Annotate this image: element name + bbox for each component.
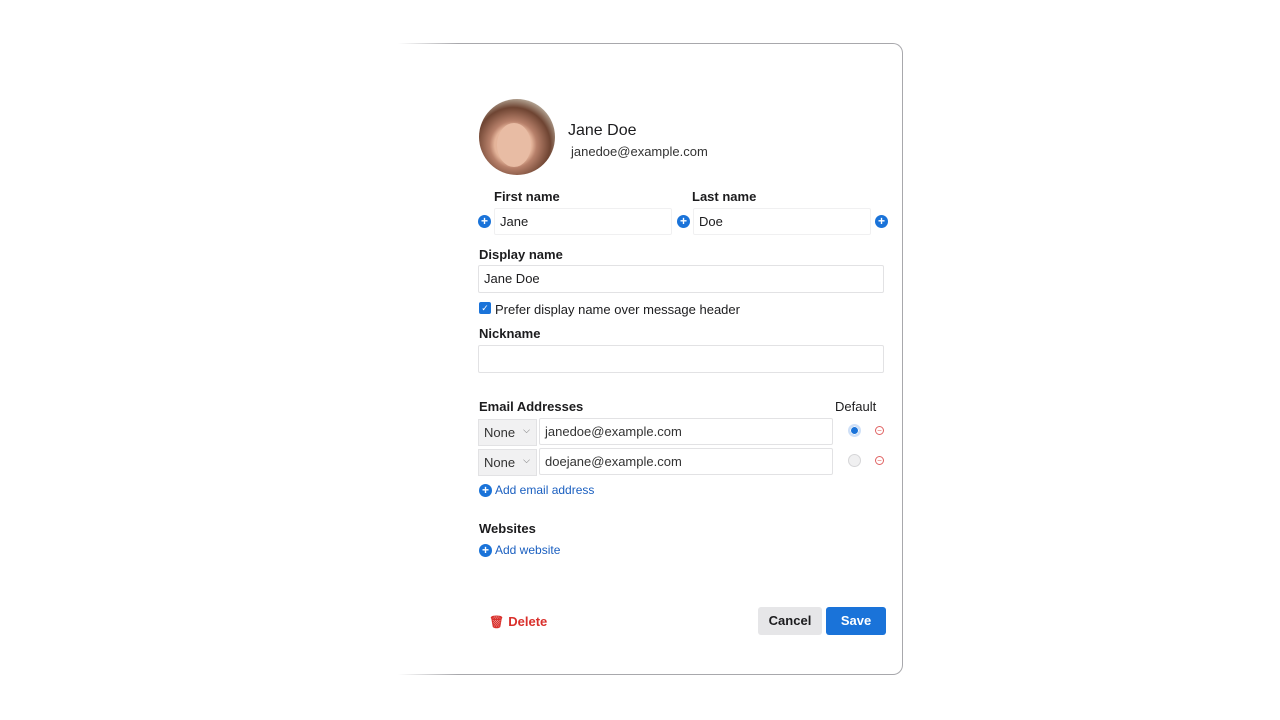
delete-button[interactable]: 🗑 Delete xyxy=(489,614,547,629)
contact-email: janedoe@example.com xyxy=(571,144,708,159)
chevron-down-icon: ⌵ xyxy=(523,425,530,435)
save-button[interactable]: Save xyxy=(826,607,886,635)
remove-email-icon[interactable]: − xyxy=(875,426,884,435)
default-email-radio[interactable] xyxy=(848,424,861,437)
email-type-value: None xyxy=(484,455,516,470)
email-input[interactable]: doejane@example.com xyxy=(539,448,833,475)
remove-email-icon[interactable]: − xyxy=(875,456,884,465)
add-middle-name-icon[interactable]: + xyxy=(677,215,690,228)
cancel-button[interactable]: Cancel xyxy=(758,607,822,635)
display-name-label: Display name xyxy=(479,247,563,262)
first-name-input[interactable]: Jane xyxy=(494,208,672,235)
email-type-select[interactable]: None ⌵ xyxy=(478,419,537,446)
add-website-label: Add website xyxy=(495,543,561,557)
plus-circle-icon: + xyxy=(479,543,492,557)
prefer-display-checkbox[interactable]: ✓ xyxy=(479,302,491,314)
add-email-label: Add email address xyxy=(495,483,595,497)
display-name-input[interactable]: Jane Doe xyxy=(478,265,884,293)
add-website-button[interactable]: + Add website xyxy=(479,543,560,557)
default-email-radio[interactable] xyxy=(848,454,861,467)
chevron-down-icon: ⌵ xyxy=(523,455,530,465)
plus-circle-icon: + xyxy=(479,483,492,497)
add-suffix-icon[interactable]: + xyxy=(875,215,888,228)
trash-icon: 🗑 xyxy=(489,614,505,629)
email-type-value: None xyxy=(484,425,516,440)
nickname-input[interactable] xyxy=(478,345,884,373)
first-name-label: First name xyxy=(494,189,560,204)
add-prefix-icon[interactable]: + xyxy=(478,215,491,228)
email-addresses-label: Email Addresses xyxy=(479,399,584,414)
add-email-button[interactable]: + Add email address xyxy=(479,483,594,497)
delete-label: Delete xyxy=(508,614,548,629)
contact-name: Jane Doe xyxy=(568,122,637,139)
last-name-input[interactable]: Doe xyxy=(693,208,871,235)
email-type-select[interactable]: None ⌵ xyxy=(478,449,537,476)
default-label: Default xyxy=(835,399,877,414)
nickname-label: Nickname xyxy=(479,326,541,341)
prefer-display-label: Prefer display name over message header xyxy=(495,302,740,317)
email-input[interactable]: janedoe@example.com xyxy=(539,418,833,445)
websites-label: Websites xyxy=(479,521,536,536)
avatar[interactable] xyxy=(479,99,555,175)
last-name-label: Last name xyxy=(692,189,757,204)
